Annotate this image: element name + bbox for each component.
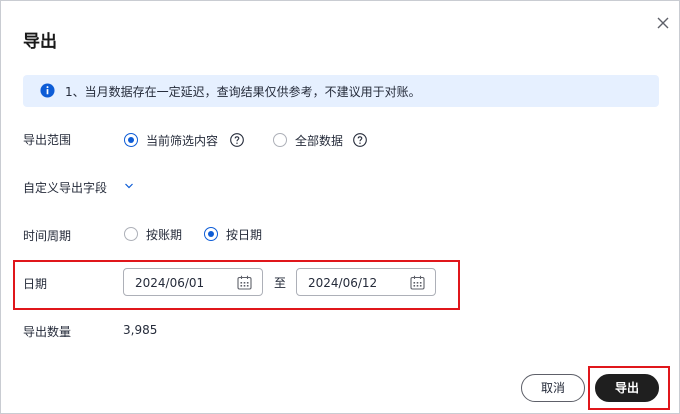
radio-current-filter[interactable] bbox=[124, 133, 138, 147]
radio-by-billing-period-label[interactable]: 按账期 bbox=[146, 226, 182, 243]
count-value: 3,985 bbox=[123, 323, 158, 337]
notice-banner: 1、当月数据存在一定延迟，查询结果仅供参考，不建议用于对账。 bbox=[23, 75, 659, 107]
custom-fields-toggle[interactable]: 自定义导出字段 bbox=[23, 179, 107, 196]
export-dialog: 导出 1、当月数据存在一定延迟，查询结果仅供参考，不建议用于对账。 导出范围 当… bbox=[0, 0, 680, 414]
export-button[interactable]: 导出 bbox=[595, 374, 659, 402]
count-label: 导出数量 bbox=[23, 325, 72, 339]
close-icon[interactable] bbox=[653, 13, 673, 33]
cancel-button[interactable]: 取消 bbox=[521, 374, 585, 402]
radio-by-billing-period[interactable] bbox=[124, 227, 138, 241]
calendar-icon[interactable] bbox=[237, 275, 252, 290]
date-label: 日期 bbox=[23, 277, 48, 291]
end-date-value: 2024/06/12 bbox=[308, 276, 378, 290]
dialog-title: 导出 bbox=[23, 32, 57, 52]
help-icon[interactable] bbox=[353, 133, 367, 147]
start-date-value: 2024/06/01 bbox=[135, 276, 205, 290]
period-label: 时间周期 bbox=[23, 229, 72, 243]
radio-current-filter-label[interactable]: 当前筛选内容 bbox=[146, 132, 218, 149]
help-icon[interactable] bbox=[230, 133, 244, 147]
date-separator: 至 bbox=[274, 276, 287, 290]
notice-text: 1、当月数据存在一定延迟，查询结果仅供参考，不建议用于对账。 bbox=[65, 85, 421, 99]
radio-by-date[interactable] bbox=[204, 227, 218, 241]
scope-label: 导出范围 bbox=[23, 133, 72, 147]
radio-all-data-label[interactable]: 全部数据 bbox=[295, 132, 343, 149]
radio-by-date-label[interactable]: 按日期 bbox=[226, 226, 262, 243]
start-date-input[interactable]: 2024/06/01 bbox=[123, 268, 263, 296]
end-date-input[interactable]: 2024/06/12 bbox=[296, 268, 436, 296]
calendar-icon[interactable] bbox=[410, 275, 425, 290]
radio-all-data[interactable] bbox=[273, 133, 287, 147]
chevron-down-icon[interactable] bbox=[124, 182, 134, 190]
info-icon bbox=[40, 83, 55, 98]
